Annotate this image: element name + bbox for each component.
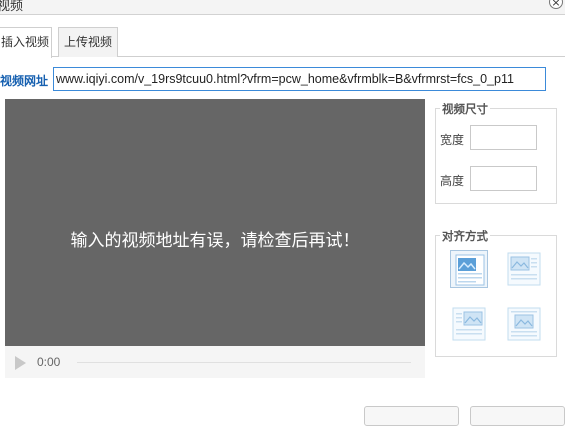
height-label: 高度: [440, 174, 465, 188]
align-left-icon: [507, 252, 541, 286]
tab-upload-video[interactable]: 上传视频: [58, 27, 118, 57]
close-icon[interactable]: ×: [549, 0, 563, 9]
video-progress-bar[interactable]: [77, 362, 411, 363]
alignment-legend: 对齐方式: [440, 228, 490, 244]
align-right-button[interactable]: [450, 305, 488, 343]
video-time: 0:00: [37, 355, 61, 369]
dialog-titlebar: 视频 ×: [0, 0, 565, 15]
align-center-icon: [507, 307, 541, 341]
align-right-icon: [452, 307, 486, 341]
alignment-group: 对齐方式: [435, 228, 557, 357]
align-center-button[interactable]: [505, 305, 543, 343]
width-input[interactable]: [470, 125, 537, 150]
video-url-input[interactable]: [53, 67, 546, 91]
align-none-button[interactable]: [450, 250, 488, 288]
height-input[interactable]: [470, 166, 537, 191]
cancel-button[interactable]: [470, 406, 565, 426]
video-url-label: 视频网址: [0, 74, 49, 88]
tab-insert-video[interactable]: 插入视频: [0, 27, 52, 58]
width-label: 宽度: [440, 133, 465, 147]
video-error-message: 输入的视频地址有误，请检查后再试！: [70, 231, 360, 251]
confirm-button[interactable]: [364, 406, 459, 426]
video-preview[interactable]: 输入的视频地址有误，请检查后再试！: [5, 99, 425, 346]
dialog-title: 视频: [0, 0, 24, 14]
video-size-group: 视频尺寸 宽度 高度: [435, 101, 557, 204]
video-controls: 0:00: [5, 346, 425, 378]
video-size-legend: 视频尺寸: [440, 101, 490, 117]
play-icon[interactable]: [15, 356, 26, 370]
align-left-button[interactable]: [505, 250, 543, 288]
align-none-icon: [455, 254, 485, 286]
